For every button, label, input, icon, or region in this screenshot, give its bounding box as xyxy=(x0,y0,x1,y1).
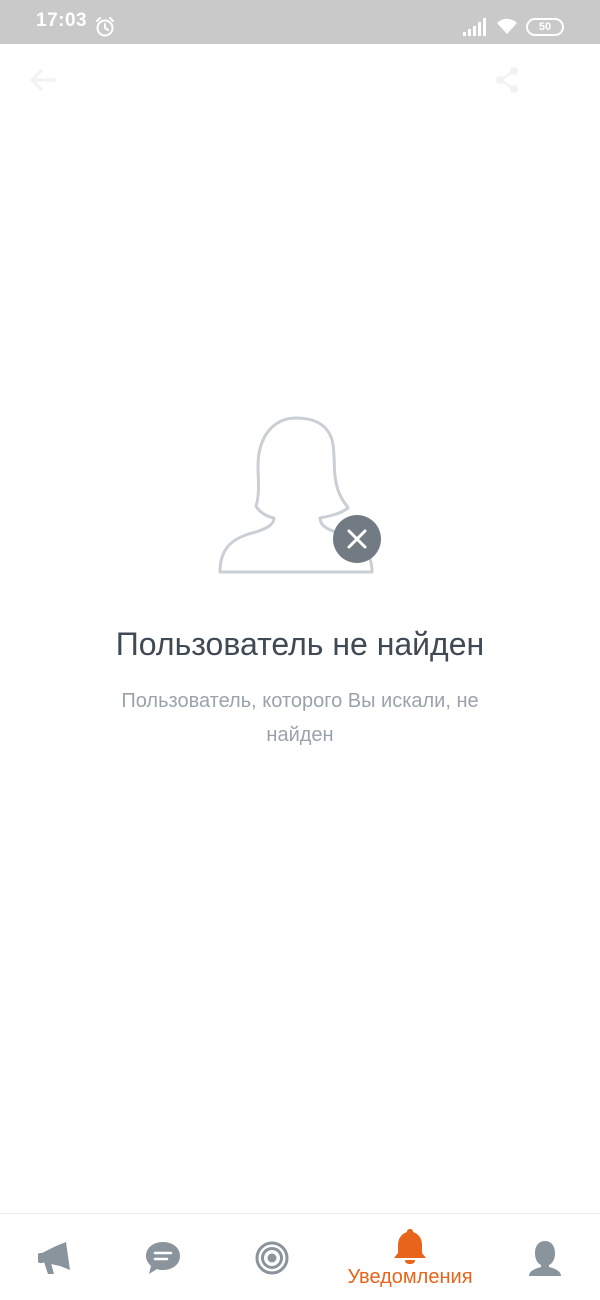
bottom-nav: Уведомления xyxy=(0,1213,600,1299)
share-icon[interactable] xyxy=(494,66,520,94)
nav-item-profile[interactable] xyxy=(524,1214,566,1300)
bell-icon xyxy=(394,1229,426,1264)
empty-state-title: Пользователь не найден xyxy=(115,626,485,662)
status-bar: 17:03 50 xyxy=(0,0,600,44)
battery-level: 50 xyxy=(538,21,552,33)
chat-icon xyxy=(146,1242,180,1274)
profile-icon xyxy=(529,1241,561,1276)
nav-item-notifications[interactable]: Уведомления xyxy=(340,1214,480,1300)
empty-state-message: Пользователь, которого Вы искали, не най… xyxy=(121,690,479,746)
nav-item-target[interactable] xyxy=(252,1214,294,1300)
target-icon xyxy=(255,1241,289,1275)
alarm-icon xyxy=(96,17,114,37)
nav-label-notifications: Уведомления xyxy=(347,1266,473,1288)
close-icon xyxy=(347,529,367,549)
user-not-found-icon xyxy=(216,414,386,576)
wifi-icon xyxy=(497,18,517,34)
status-time: 17:03 xyxy=(36,10,88,31)
signal-icon xyxy=(463,18,486,36)
error-badge xyxy=(333,515,381,563)
battery-icon: 50 xyxy=(526,18,564,36)
top-bar xyxy=(0,44,600,116)
nav-item-feed[interactable] xyxy=(34,1214,76,1300)
megaphone-icon xyxy=(38,1242,70,1274)
nav-item-messages[interactable] xyxy=(142,1214,184,1300)
back-arrow-icon[interactable] xyxy=(28,66,58,94)
